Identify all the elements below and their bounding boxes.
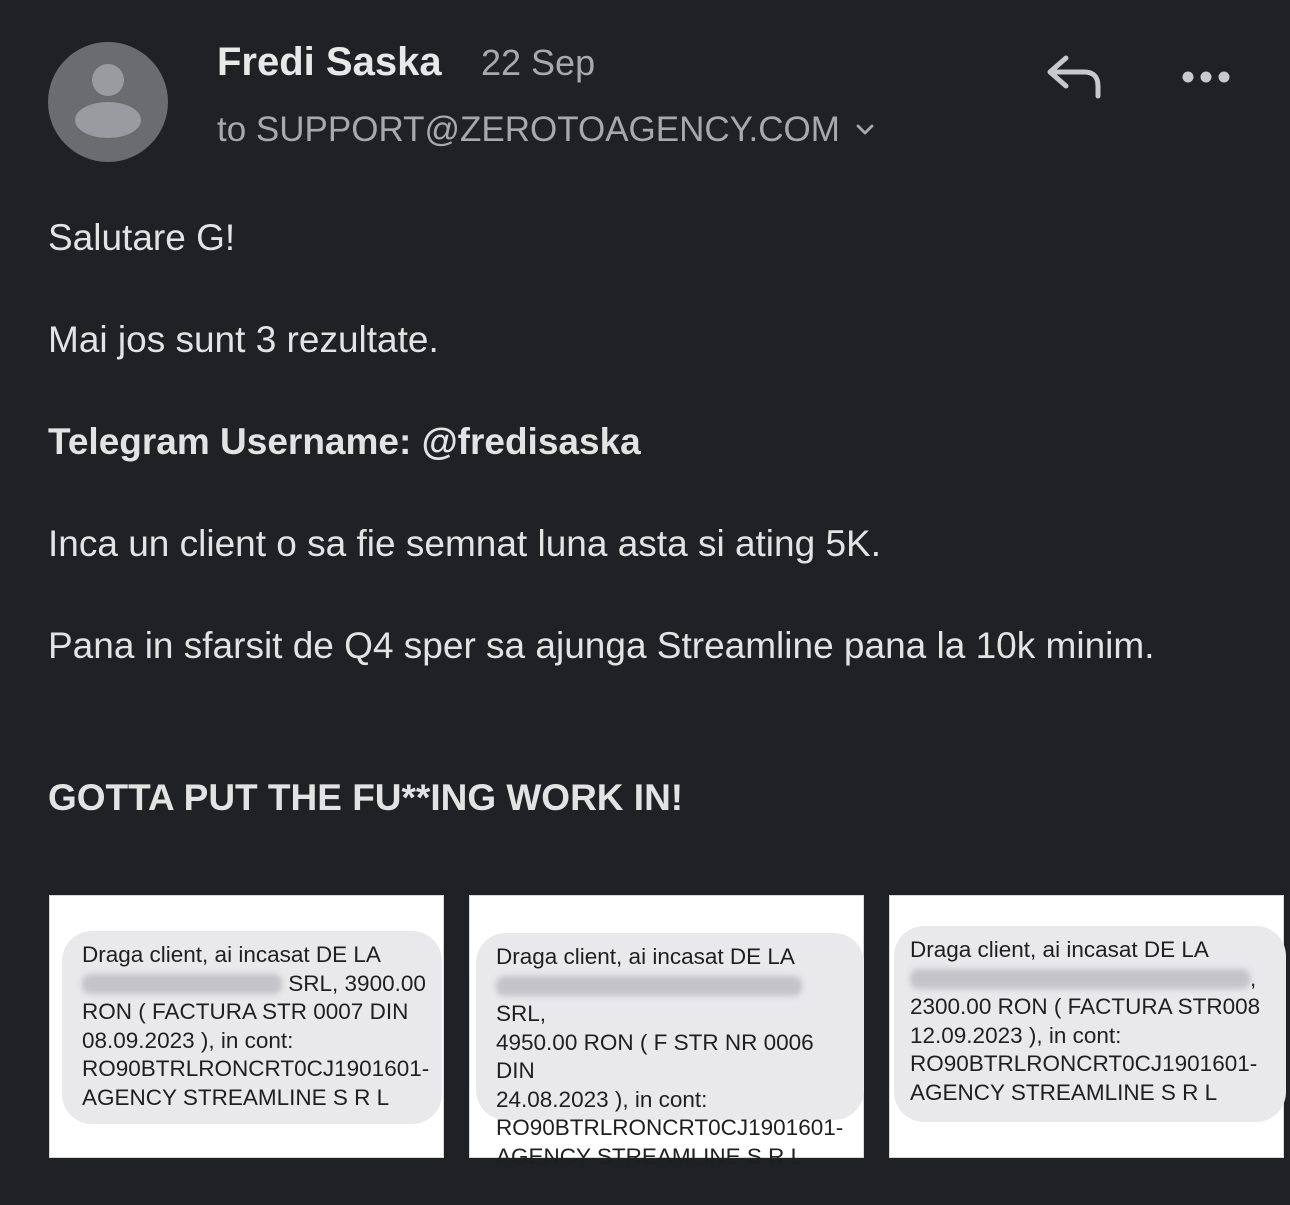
attachment-image-2[interactable]: Draga client, ai incasat DE LA SRL, 4950… (469, 895, 864, 1169)
sms-line: AGENCY STREAMLINE S R L (82, 1084, 390, 1110)
attachment-image-3[interactable]: Draga client, ai incasat DE LA , 2300.00… (889, 895, 1286, 1158)
client-text: Inca un client o sa fie semnat luna asta… (48, 523, 881, 564)
reply-icon[interactable] (1044, 52, 1104, 102)
recipient-details-toggle[interactable]: to SUPPORT@ZEROTOAGENCY.COM (217, 110, 876, 150)
sms-line: Draga client, ai incasat DE LA (496, 944, 795, 969)
sms-line: 2300.00 RON ( FACTURA STR008 (910, 994, 1261, 1019)
avatar-icon[interactable] (48, 42, 168, 162)
sender-name[interactable]: Fredi Saska (217, 40, 442, 85)
sms-line: RON ( FACTURA STR 0007 DIN (82, 999, 409, 1024)
sms-line: Draga client, ai incasat DE LA (82, 942, 381, 967)
sms-line: 12.09.2023 ), in cont: (910, 1022, 1122, 1048)
sms-line: 24.08.2023 ), in cont: (496, 1086, 708, 1112)
sms-line: SRL, (496, 972, 848, 1029)
results-text: Mai jos sunt 3 rezultate. (48, 319, 439, 360)
sms-line: SRL, 3900.00 (82, 970, 426, 999)
sms-bubble: Draga client, ai incasat DE LA , 2300.00… (894, 926, 1286, 1122)
closing-text: GOTTA PUT THE FU**ING WORK IN! (48, 777, 684, 818)
redacted-name (82, 973, 282, 994)
sms-line: , (910, 965, 1270, 994)
sms-line: 08.09.2023 ), in cont: (82, 1027, 294, 1053)
email-date: 22 Sep (481, 42, 596, 83)
sms-line: 4950.00 RON ( F STR NR 0006 DIN (496, 1029, 814, 1084)
more-icon[interactable] (1180, 64, 1232, 90)
sms-bubble: Draga client, ai incasat DE LA SRL, 4950… (476, 933, 864, 1169)
sms-line: RO90BTRLRONCRT0CJ1901601- (910, 1051, 1258, 1076)
redacted-name (496, 975, 802, 996)
chevron-down-icon (856, 124, 874, 135)
telegram-username-text: Telegram Username: @fredisaska (48, 421, 641, 462)
sms-line: AGENCY STREAMLINE S R L (496, 1143, 804, 1169)
sms-line: AGENCY STREAMLINE S R L (910, 1079, 1218, 1105)
redacted-name (910, 968, 1250, 989)
sms-line: Draga client, ai incasat DE LA (910, 937, 1209, 962)
sms-bubble: Draga client, ai incasat DE LA SRL, 3900… (62, 931, 442, 1124)
sms-line: RO90BTRLRONCRT0CJ1901601- (82, 1056, 430, 1081)
recipient-label: to SUPPORT@ZEROTOAGENCY.COM (217, 110, 840, 149)
goal-text: Pana in sfarsit de Q4 sper sa ajunga Str… (48, 625, 1155, 666)
greeting-text: Salutare G! (48, 217, 236, 258)
attachment-image-1[interactable]: Draga client, ai incasat DE LA SRL, 3900… (49, 895, 444, 1158)
sms-line: RO90BTRLRONCRT0CJ1901601- (496, 1115, 844, 1140)
